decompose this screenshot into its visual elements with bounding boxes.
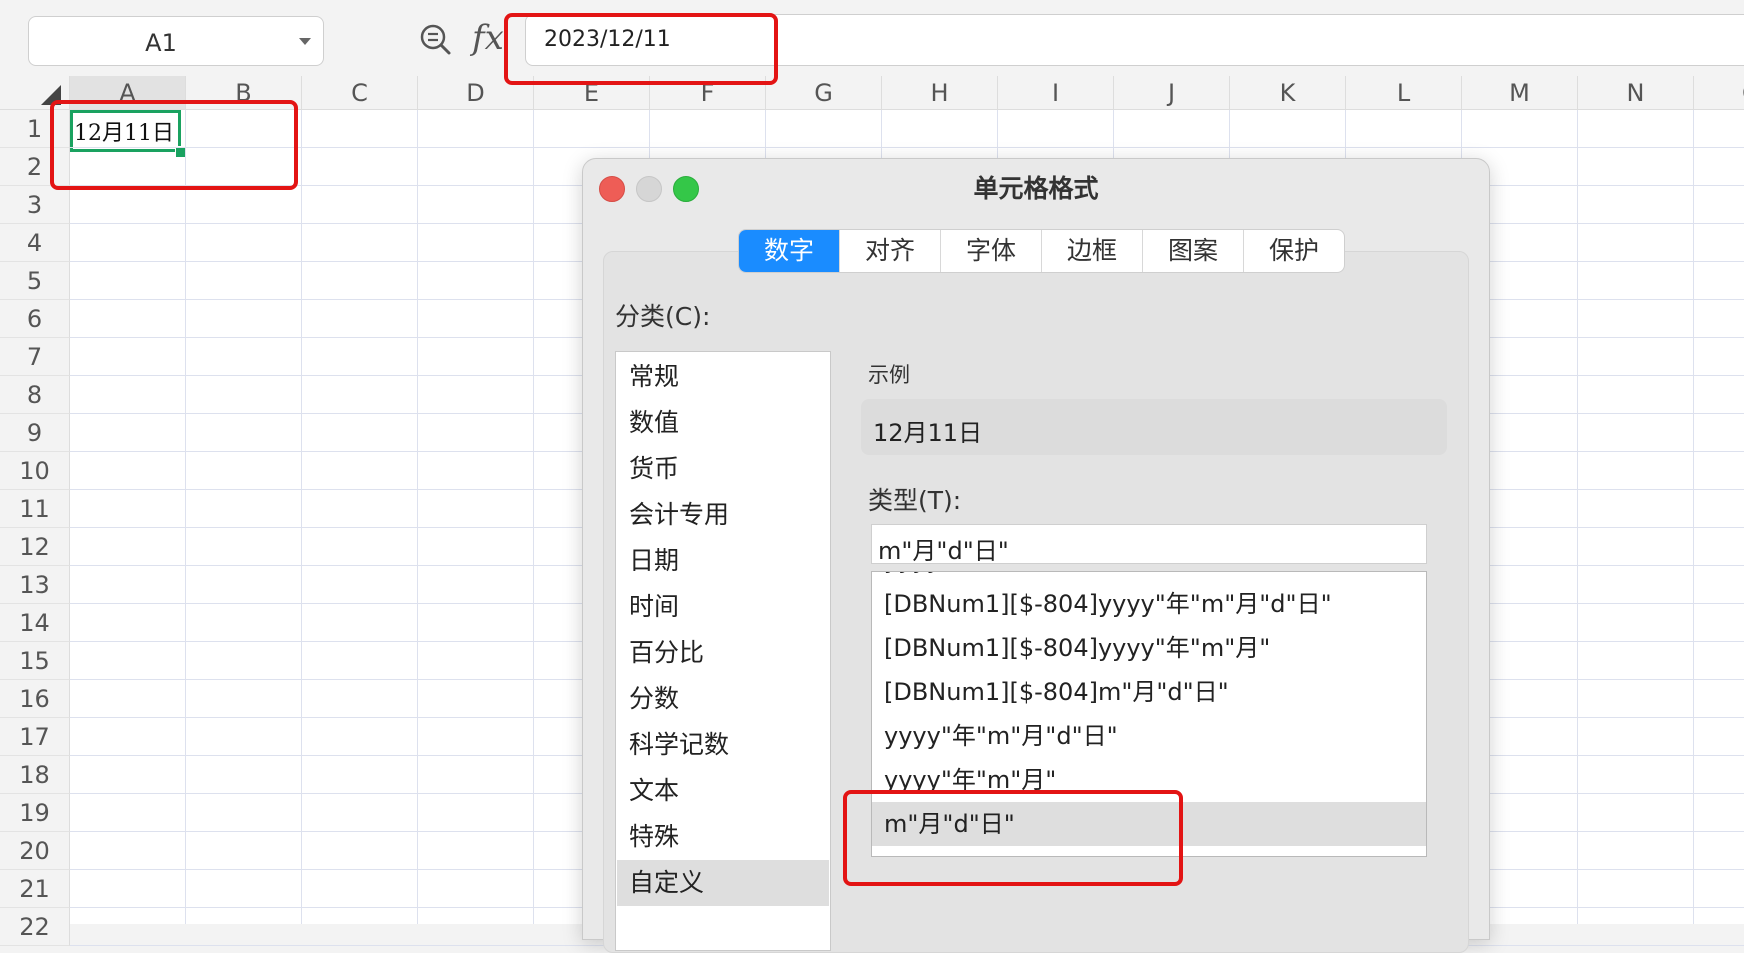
- category-item[interactable]: 分数: [617, 676, 829, 722]
- grid-column-line: [1693, 110, 1694, 924]
- row-header-19[interactable]: 19: [0, 794, 70, 832]
- chevron-down-icon[interactable]: [299, 38, 311, 45]
- tab-1[interactable]: 对齐: [840, 230, 941, 272]
- fx-icon: fx: [472, 18, 504, 58]
- annotation-box-formula: [504, 13, 778, 85]
- row-header-18[interactable]: 18: [0, 756, 70, 794]
- column-header-h[interactable]: H: [882, 76, 998, 110]
- tab-bar: 数字 对齐 字体 边框 图案 保护: [738, 229, 1345, 273]
- column-header-k[interactable]: K: [1230, 76, 1346, 110]
- sample-preview: 12月11日: [861, 399, 1447, 455]
- row-header-8[interactable]: 8: [0, 376, 70, 414]
- grid-column-line: [417, 110, 418, 924]
- category-item[interactable]: 科学记数: [617, 722, 829, 768]
- type-item[interactable]: [DBNum1][$-804]yyyy"年"m"月": [872, 626, 1426, 670]
- category-item[interactable]: 货币: [617, 446, 829, 492]
- type-item[interactable]: [DBNum1][$-804]yyyy"年"m"月"d"日": [872, 582, 1426, 626]
- column-headers: ABCDEFGHIJKLMNO: [70, 76, 1744, 110]
- category-item[interactable]: 特殊: [617, 814, 829, 860]
- column-header-i[interactable]: I: [998, 76, 1114, 110]
- row-header-17[interactable]: 17: [0, 718, 70, 756]
- tab-0[interactable]: 数字: [739, 230, 840, 272]
- row-header-22[interactable]: 22: [0, 908, 70, 946]
- row-header-12[interactable]: 12: [0, 528, 70, 566]
- type-label: 类型(T):: [868, 486, 962, 515]
- row-header-11[interactable]: 11: [0, 490, 70, 528]
- row-header-16[interactable]: 16: [0, 680, 70, 718]
- column-header-l[interactable]: L: [1346, 76, 1462, 110]
- grid-column-line: [301, 110, 302, 924]
- category-item[interactable]: 日期: [617, 538, 829, 584]
- column-header-o[interactable]: O: [1694, 76, 1744, 110]
- tab-4[interactable]: 图案: [1143, 230, 1244, 272]
- category-list[interactable]: 常规 数值 货币 会计专用 日期 时间 百分比 分数 科学记数 文本 特殊 自定义: [615, 351, 831, 951]
- row-header-15[interactable]: 15: [0, 642, 70, 680]
- column-header-g[interactable]: G: [766, 76, 882, 110]
- row-header-13[interactable]: 13: [0, 566, 70, 604]
- column-header-n[interactable]: N: [1578, 76, 1694, 110]
- category-label: 分类(C):: [615, 302, 711, 331]
- type-input-value: m"月"d"日": [878, 537, 1009, 565]
- category-item[interactable]: 常规: [617, 354, 829, 400]
- grid-column-line: [1577, 110, 1578, 924]
- row-header-21[interactable]: 21: [0, 870, 70, 908]
- type-item[interactable]: [DBNum1][$-804]m"月"d"日": [872, 670, 1426, 714]
- column-header-m[interactable]: M: [1462, 76, 1578, 110]
- column-header-c[interactable]: C: [302, 76, 418, 110]
- name-box[interactable]: A1: [28, 16, 324, 66]
- row-header-3[interactable]: 3: [0, 186, 70, 224]
- row-header-14[interactable]: 14: [0, 604, 70, 642]
- type-item[interactable]: yyyy/m/d: [872, 572, 1426, 582]
- category-item[interactable]: 自定义: [617, 860, 829, 906]
- grid-row-line: [70, 147, 1744, 148]
- category-item[interactable]: 时间: [617, 584, 829, 630]
- annotation-box-type: [843, 790, 1183, 886]
- category-item[interactable]: 数值: [617, 400, 829, 446]
- tab-3[interactable]: 边框: [1042, 230, 1143, 272]
- grid-column-line: [185, 110, 186, 924]
- grid-column-line: [533, 110, 534, 924]
- row-header-20[interactable]: 20: [0, 832, 70, 870]
- zoom-icon[interactable]: [416, 20, 456, 60]
- row-header-10[interactable]: 10: [0, 452, 70, 490]
- sample-value: 12月11日: [873, 419, 983, 447]
- tab-2[interactable]: 字体: [941, 230, 1042, 272]
- annotation-box-cell: [50, 100, 298, 190]
- sample-label: 示例: [868, 363, 910, 387]
- tab-5[interactable]: 保护: [1244, 230, 1344, 272]
- dialog-title: 单元格格式: [973, 174, 1099, 203]
- column-header-j[interactable]: J: [1114, 76, 1230, 110]
- row-header-6[interactable]: 6: [0, 300, 70, 338]
- category-item[interactable]: 文本: [617, 768, 829, 814]
- category-item[interactable]: 百分比: [617, 630, 829, 676]
- name-box-value: A1: [145, 29, 177, 57]
- type-input[interactable]: m"月"d"日": [871, 524, 1427, 565]
- row-header-9[interactable]: 9: [0, 414, 70, 452]
- formula-toolbar: A1 fx 2023/12/11: [0, 0, 1744, 77]
- type-item[interactable]: yyyy"年"m"月"d"日": [872, 714, 1426, 758]
- category-item[interactable]: 会计专用: [617, 492, 829, 538]
- row-header-5[interactable]: 5: [0, 262, 70, 300]
- row-header-7[interactable]: 7: [0, 338, 70, 376]
- row-header-4[interactable]: 4: [0, 224, 70, 262]
